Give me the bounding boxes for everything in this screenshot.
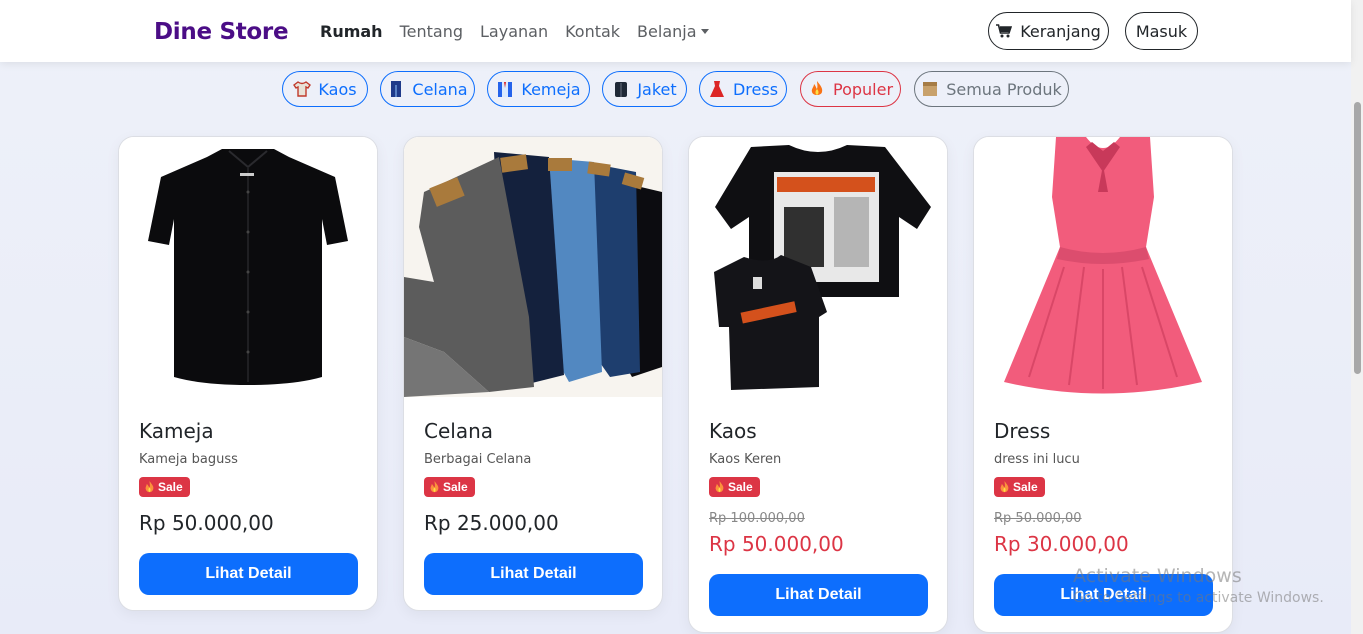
nav-link-rumah[interactable]: Rumah	[320, 22, 383, 41]
product-price: Rp 25.000,00	[424, 510, 559, 535]
sale-badge: Sale	[994, 477, 1045, 497]
fire-icon	[811, 81, 823, 95]
nav-link-kontak[interactable]: Kontak	[565, 22, 620, 41]
original-price: Rp 50.000,00	[994, 510, 1082, 526]
nav-link-tentang[interactable]: Tentang	[400, 22, 463, 41]
sale-badge: Sale	[139, 477, 190, 497]
product-title: Kaos	[709, 419, 757, 443]
fire-icon	[1000, 480, 1009, 492]
cart-button[interactable]: Keranjang	[988, 12, 1109, 50]
product-description: Kaos Keren	[709, 452, 782, 467]
view-detail-button[interactable]: Lihat Detail	[139, 552, 358, 595]
scrollbar-thumb[interactable]	[1354, 102, 1361, 374]
nav-dropdown-label: Belanja	[637, 22, 697, 41]
product-price: Rp 50.000,00	[139, 510, 274, 535]
product-description: Berbagai Celana	[424, 452, 532, 467]
product-image[interactable]	[689, 137, 947, 397]
category-label: Kaos	[318, 79, 357, 99]
category-label: Populer	[832, 79, 894, 99]
category-semua-produk[interactable]: Semua Produk	[914, 71, 1069, 107]
product-title: Dress	[994, 419, 1051, 443]
caret-down-icon	[700, 29, 709, 34]
cart-icon	[996, 24, 1013, 38]
original-price: Rp 100.000,00	[709, 510, 805, 526]
product-title: Kameja	[139, 419, 214, 443]
category-label: Kemeja	[521, 79, 581, 99]
nav-dropdown-belanja[interactable]: Belanja	[637, 22, 709, 41]
fire-icon	[145, 480, 154, 492]
product-image[interactable]	[119, 137, 377, 397]
sale-label: Sale	[158, 480, 183, 494]
fire-icon	[430, 480, 439, 492]
category-jaket[interactable]: Jaket	[602, 71, 687, 107]
box-icon	[923, 82, 938, 96]
category-label: Dress	[732, 79, 779, 99]
product-image[interactable]	[974, 137, 1232, 397]
category-label: Celana	[412, 79, 468, 99]
product-card-kameja[interactable]: Kameja Kameja baguss Sale Rp 50.000,00 L…	[118, 136, 378, 611]
shirt-icon	[498, 82, 513, 97]
view-detail-button[interactable]: Lihat Detail	[424, 552, 643, 595]
product-image[interactable]	[404, 137, 662, 397]
category-kemeja[interactable]: Kemeja	[487, 71, 590, 107]
nav-links: Rumah Tentang Layanan Kontak Belanja	[320, 22, 726, 41]
discount-price: Rp 50.000,00	[709, 531, 844, 556]
product-description: Kameja baguss	[139, 452, 238, 467]
category-kaos[interactable]: Kaos	[282, 71, 368, 107]
jacket-icon	[615, 82, 628, 97]
tshirt-icon	[293, 81, 312, 97]
product-card-celana[interactable]: Celana Berbagai Celana Sale Rp 25.000,00…	[403, 136, 663, 611]
product-title: Celana	[424, 419, 494, 443]
sale-badge: Sale	[424, 477, 475, 497]
vertical-scrollbar[interactable]	[1351, 0, 1363, 634]
sale-badge: Sale	[709, 477, 760, 497]
sale-label: Sale	[1013, 480, 1038, 494]
category-populer[interactable]: Populer	[800, 71, 901, 107]
pants-icon	[391, 81, 402, 97]
cart-label: Keranjang	[1020, 21, 1101, 41]
category-label: Jaket	[637, 79, 677, 99]
navbar: Dine Store Rumah Tentang Layanan Kontak …	[0, 0, 1351, 62]
category-label: Semua Produk	[946, 79, 1062, 99]
dress-icon	[709, 81, 724, 97]
sale-label: Sale	[728, 480, 753, 494]
view-detail-button[interactable]: Lihat Detail	[994, 573, 1213, 616]
view-detail-button[interactable]: Lihat Detail	[709, 573, 928, 616]
discount-price: Rp 30.000,00	[994, 531, 1129, 556]
fire-icon	[715, 480, 724, 492]
brand-logo[interactable]: Dine Store	[154, 19, 289, 45]
sale-label: Sale	[443, 480, 468, 494]
category-celana[interactable]: Celana	[380, 71, 475, 107]
product-card-dress[interactable]: Dress dress ini lucu Sale Rp 50.000,00 R…	[973, 136, 1233, 633]
product-card-kaos[interactable]: Kaos Kaos Keren Sale Rp 100.000,00 Rp 50…	[688, 136, 948, 633]
login-button[interactable]: Masuk	[1125, 12, 1198, 50]
nav-link-layanan[interactable]: Layanan	[480, 22, 548, 41]
category-dress[interactable]: Dress	[699, 71, 787, 107]
product-description: dress ini lucu	[994, 452, 1080, 467]
